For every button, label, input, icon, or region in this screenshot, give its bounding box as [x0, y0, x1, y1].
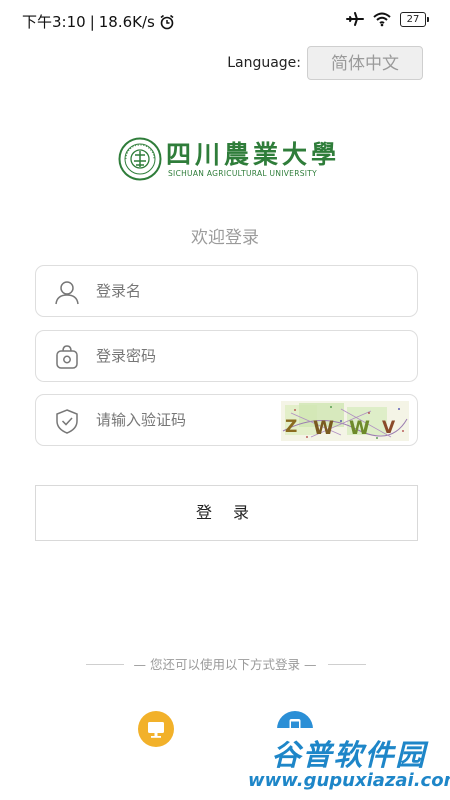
watermark: 谷普软件园 www.gupuxiazai.com — [248, 728, 450, 800]
language-label: Language: — [227, 55, 301, 71]
captcha-input[interactable] — [96, 395, 296, 445]
university-logo: 四川農業大學 SICHUAN AGRICULTURAL UNIVERSITY — [118, 135, 336, 185]
login-button[interactable]: 登 录 — [35, 485, 418, 541]
status-network-speed: 18.6K/s — [98, 12, 155, 31]
airplane-icon — [346, 12, 364, 26]
wifi-icon — [373, 12, 391, 27]
university-name-cn: 四川農業大學 — [166, 140, 341, 169]
password-input[interactable] — [96, 331, 296, 381]
monitor-icon — [148, 722, 164, 738]
language-row: Language: 简体中文 — [227, 46, 423, 80]
captcha-char-2: W — [313, 417, 334, 439]
shield-icon — [56, 409, 78, 434]
lock-icon — [56, 345, 78, 369]
status-right: 27 — [346, 11, 429, 27]
user-icon — [55, 281, 79, 305]
divider-right — [328, 664, 366, 665]
battery-icon: 27 — [400, 11, 429, 27]
username-input[interactable] — [96, 266, 296, 316]
captcha-image[interactable]: Z W W V — [281, 401, 409, 441]
language-select[interactable]: 简体中文 — [307, 46, 423, 80]
alarm-icon — [160, 14, 174, 29]
status-left: 下午3:10 | 18.6K/s — [22, 11, 175, 32]
university-seal-icon — [118, 137, 162, 181]
status-separator: | — [89, 12, 95, 31]
password-field[interactable] — [35, 330, 418, 382]
desktop-login-button[interactable] — [138, 711, 174, 747]
welcome-title: 欢迎登录 — [191, 228, 259, 248]
watermark-text: 谷普软件园 — [271, 738, 427, 772]
captcha-field[interactable]: Z W W V — [35, 394, 418, 446]
username-field[interactable] — [35, 265, 418, 317]
watermark-url: www.gupuxiazai.com — [248, 770, 450, 791]
battery-level: 27 — [406, 13, 420, 25]
captcha-char-3: W — [349, 417, 370, 439]
captcha-char-1: Z — [285, 417, 297, 437]
other-methods-label: — 您还可以使用以下方式登录 — — [133, 657, 317, 672]
status-time: 下午3:10 — [22, 13, 86, 31]
status-bar: 下午3:10 | 18.6K/s 27 — [0, 0, 450, 40]
university-name-en: SICHUAN AGRICULTURAL UNIVERSITY — [168, 169, 318, 178]
captcha-char-4: V — [382, 418, 396, 438]
